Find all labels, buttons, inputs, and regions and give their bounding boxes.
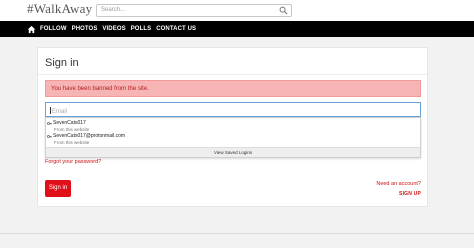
autocomplete-username: SevenCats017 [53, 120, 86, 126]
nav-item-polls[interactable]: POLLS [131, 26, 152, 32]
site-logo[interactable]: #WalkAway [27, 1, 92, 17]
forgot-password-link[interactable]: Forgot your password? [45, 159, 101, 165]
autocomplete-source: From this website [54, 140, 90, 145]
autocomplete-item[interactable]: SevenCats017 From this website [47, 120, 89, 132]
search-icon[interactable] [279, 6, 288, 15]
title-divider [38, 74, 427, 75]
text-caret [50, 107, 51, 114]
view-saved-logins-button[interactable]: View Saved Logins [46, 147, 420, 157]
key-icon [47, 134, 52, 138]
footer-divider [0, 233, 474, 234]
email-placeholder: Email [52, 109, 68, 115]
nav-item-follow[interactable]: FOLLOW [40, 26, 67, 32]
signin-button[interactable]: Sign in [45, 180, 71, 197]
nav-item-photos[interactable]: PHOTOS [72, 26, 98, 32]
ban-alert: You have been banned from the site. [45, 80, 421, 97]
search-input[interactable]: Search... [96, 4, 292, 17]
page-title: Sign in [45, 57, 79, 69]
signin-card: Sign in You have been banned from the si… [37, 47, 428, 207]
search-placeholder: Search... [101, 7, 126, 13]
autocomplete-dropdown: SevenCats017 From this website SevenCats… [45, 117, 421, 158]
home-icon[interactable] [27, 25, 36, 34]
key-icon [47, 121, 52, 125]
autocomplete-username: SevenCats017@protonmail.com [53, 133, 126, 139]
autocomplete-item[interactable]: SevenCats017@protonmail.com From this we… [47, 133, 125, 145]
nav-item-videos[interactable]: VIDEOS [102, 26, 125, 32]
autocomplete-source: From this website [54, 127, 90, 132]
need-account-link[interactable]: Need an account? [376, 181, 421, 187]
signup-link[interactable]: SIGN UP [399, 191, 421, 197]
email-field[interactable]: Email [45, 102, 421, 117]
top-bar: #WalkAway Search... [0, 0, 474, 21]
nav-item-contact-us[interactable]: CONTACT US [156, 26, 196, 32]
main-nav: FOLLOW PHOTOS VIDEOS POLLS CONTACT US [0, 21, 474, 37]
